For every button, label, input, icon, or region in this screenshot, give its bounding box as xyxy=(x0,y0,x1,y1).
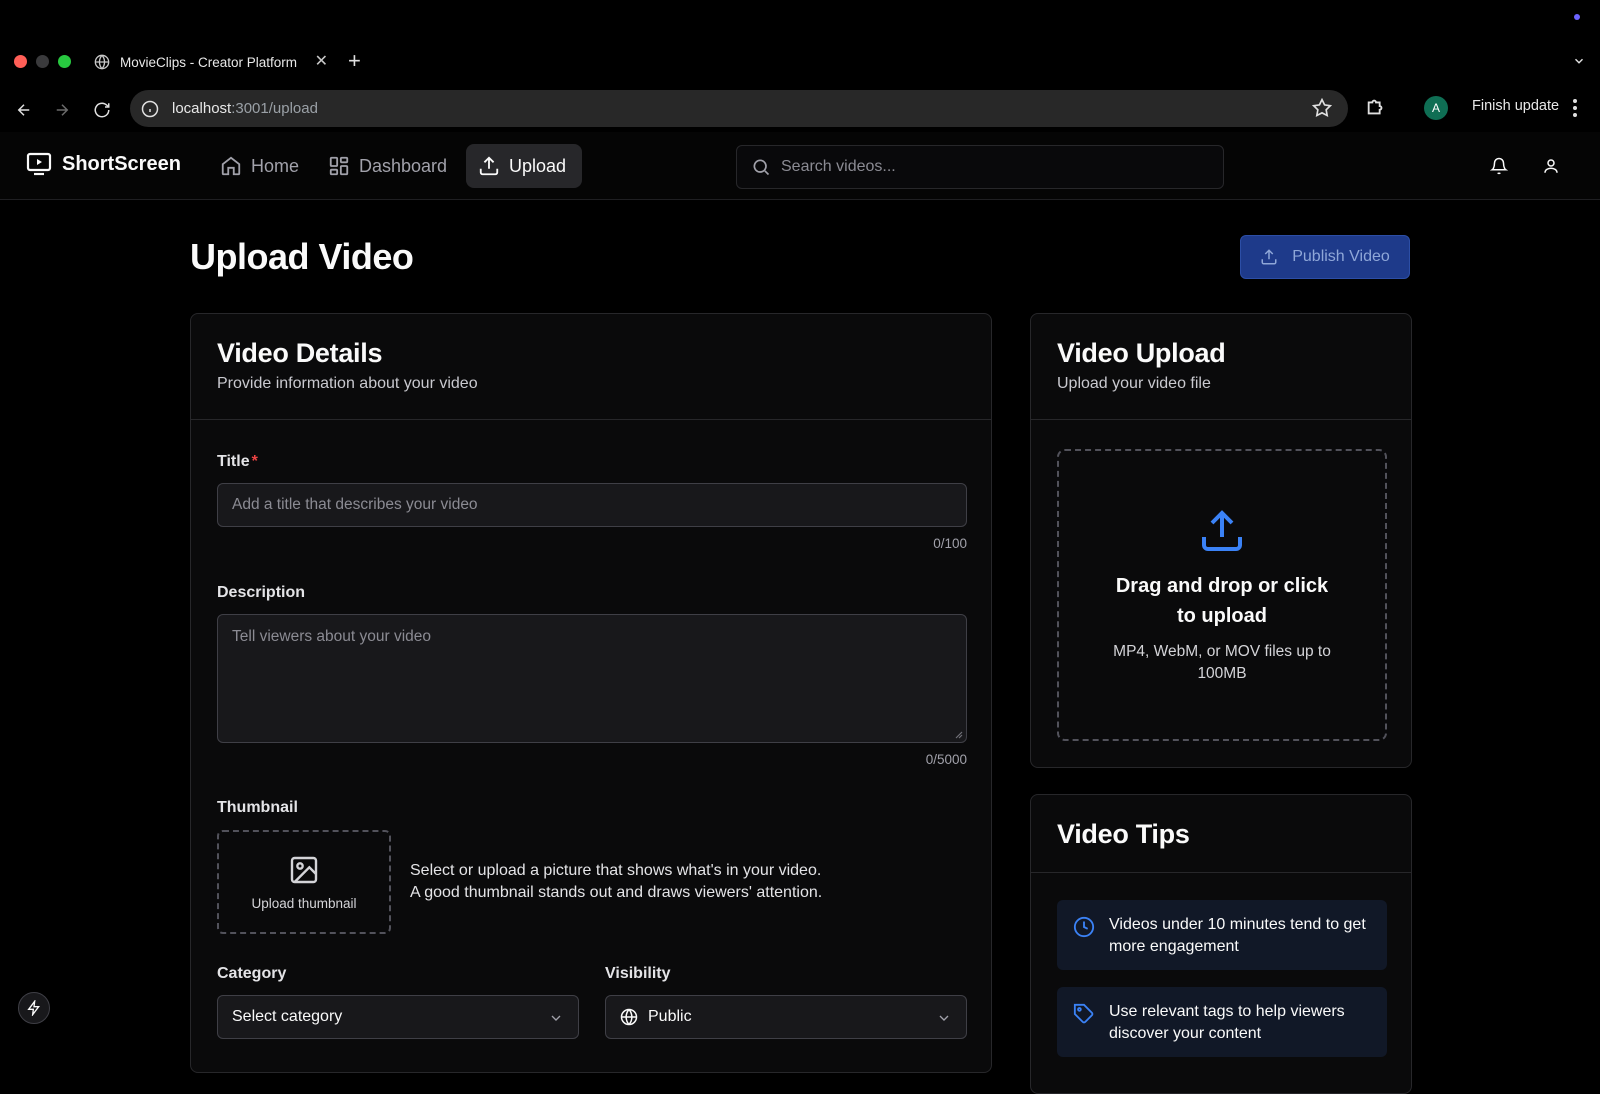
description-placeholder: Tell viewers about your video xyxy=(232,628,432,645)
upload-icon xyxy=(1198,507,1246,555)
title-counter: 0/100 xyxy=(933,536,967,551)
address-bar[interactable]: localhost:3001/upload xyxy=(130,90,1348,127)
globe-icon xyxy=(620,1008,638,1026)
tip-text: Use relevant tags to help viewers discov… xyxy=(1109,1003,1345,1042)
category-select[interactable]: Select category xyxy=(217,995,579,1039)
profile-avatar[interactable]: A xyxy=(1424,96,1448,120)
publish-video-button[interactable]: Publish Video xyxy=(1240,235,1410,279)
description-textarea[interactable]: Tell viewers about your video xyxy=(217,614,967,743)
browser-menu-icon[interactable] xyxy=(1572,98,1578,118)
nav-upload-label: Upload xyxy=(509,155,567,176)
tip-text: Videos under 10 minutes tend to get more… xyxy=(1109,916,1366,955)
search-input[interactable]: Search videos... xyxy=(736,145,1224,189)
back-icon[interactable] xyxy=(12,98,36,122)
video-tips-title: Video Tips xyxy=(1057,819,1190,849)
video-upload-header: Video Upload Upload your video file xyxy=(1031,314,1411,420)
tab-title: MovieClips - Creator Platform xyxy=(120,54,298,70)
clock-icon xyxy=(1073,916,1095,938)
brand-logo[interactable]: ShortScreen xyxy=(26,152,181,176)
upload-thumbnail-button[interactable]: Upload thumbnail xyxy=(217,830,391,934)
home-icon xyxy=(220,155,242,177)
notification-dot xyxy=(1574,14,1580,20)
video-tips-header: Video Tips xyxy=(1031,795,1411,873)
nav-dashboard[interactable]: Dashboard xyxy=(316,144,459,188)
publish-video-label: Publish Video xyxy=(1292,248,1390,265)
devtools-lightning-button[interactable] xyxy=(18,992,50,1024)
browser-tab-strip: MovieClips - Creator Platform ✕ + xyxy=(0,0,1600,88)
upload-thumbnail-label: Upload thumbnail xyxy=(251,895,357,911)
description-label: Description xyxy=(217,584,306,601)
title-label: Title * xyxy=(217,453,258,470)
nav-home-label: Home xyxy=(251,155,300,176)
tag-icon xyxy=(1073,1003,1095,1025)
tv-logo-icon xyxy=(26,152,52,176)
search-icon xyxy=(751,157,771,177)
video-drop-zone[interactable]: Drag and drop or click to upload MP4, We… xyxy=(1057,449,1387,741)
window-maximize-button[interactable] xyxy=(58,55,71,68)
browser-toolbar: localhost:3001/upload A Finish update xyxy=(0,88,1600,132)
visibility-label: Visibility xyxy=(605,965,671,982)
extensions-icon[interactable] xyxy=(1365,96,1387,118)
chevron-down-icon xyxy=(936,1010,952,1026)
nav-dashboard-label: Dashboard xyxy=(359,155,448,176)
drop-zone-subtitle: MP4, WebM, or MOV files up to 100MB xyxy=(1113,643,1331,682)
page-title: Upload Video xyxy=(190,236,414,277)
video-details-title: Video Details xyxy=(217,338,383,368)
resize-handle-icon[interactable] xyxy=(953,729,963,739)
required-marker: * xyxy=(251,453,258,470)
image-icon xyxy=(288,854,320,886)
video-details-subtitle: Provide information about your video xyxy=(217,375,478,392)
tab-search-chevron-icon[interactable] xyxy=(1572,54,1586,68)
bell-icon[interactable] xyxy=(1490,156,1508,176)
chevron-down-icon xyxy=(548,1010,564,1026)
nav-upload[interactable]: Upload xyxy=(466,144,582,188)
brand-name: ShortScreen xyxy=(62,152,181,175)
category-value: Select category xyxy=(232,1008,343,1025)
dashboard-icon xyxy=(328,155,350,177)
visibility-select[interactable]: Public xyxy=(605,995,967,1039)
drop-zone-title: Drag and drop or click to upload xyxy=(1115,575,1329,627)
nav-home[interactable]: Home xyxy=(208,144,311,188)
site-info-icon[interactable] xyxy=(140,99,160,119)
video-tips-card: Video Tips Videos under 10 minutes tend … xyxy=(1030,794,1412,1094)
title-placeholder: Add a title that describes your video xyxy=(232,496,478,513)
upload-icon xyxy=(478,155,500,177)
bookmark-star-icon[interactable] xyxy=(1312,98,1332,118)
description-counter: 0/5000 xyxy=(925,752,967,767)
reload-icon[interactable] xyxy=(90,98,114,122)
thumbnail-help-line-2: A good thumbnail stands out and draws vi… xyxy=(410,884,823,901)
forward-icon[interactable] xyxy=(50,98,74,122)
video-upload-subtitle: Upload your video file xyxy=(1057,375,1211,392)
globe-icon xyxy=(94,54,110,70)
app-header: ShortScreen Home Dashboard Upload Search… xyxy=(0,132,1600,200)
thumbnail-label: Thumbnail xyxy=(217,799,298,816)
finish-update-button[interactable]: Finish update xyxy=(1472,98,1559,114)
new-tab-icon[interactable]: + xyxy=(348,50,361,72)
lightning-icon xyxy=(26,1000,42,1016)
title-input[interactable]: Add a title that describes your video xyxy=(217,483,967,527)
user-icon[interactable] xyxy=(1542,156,1560,176)
tip-item: Videos under 10 minutes tend to get more… xyxy=(1057,900,1387,970)
window-minimize-button[interactable] xyxy=(36,55,49,68)
search-placeholder: Search videos... xyxy=(781,158,896,175)
tip-item: Use relevant tags to help viewers discov… xyxy=(1057,987,1387,1057)
video-upload-card: Video Upload Upload your video file Drag… xyxy=(1030,313,1412,768)
video-details-card: Video Details Provide information about … xyxy=(190,313,992,1073)
visibility-value: Public xyxy=(648,1008,692,1025)
browser-tab[interactable]: MovieClips - Creator Platform ✕ xyxy=(84,44,338,80)
video-upload-title: Video Upload xyxy=(1057,338,1226,368)
publish-upload-icon xyxy=(1260,248,1278,266)
tab-close-icon[interactable]: ✕ xyxy=(315,54,328,70)
thumbnail-help-line-1: Select or upload a picture that shows wh… xyxy=(410,862,822,879)
url-text: localhost:3001/upload xyxy=(172,100,318,117)
window-close-button[interactable] xyxy=(14,55,27,68)
category-label: Category xyxy=(217,965,287,982)
thumbnail-help: Select or upload a picture that shows wh… xyxy=(410,860,822,904)
video-details-header: Video Details Provide information about … xyxy=(191,314,991,420)
